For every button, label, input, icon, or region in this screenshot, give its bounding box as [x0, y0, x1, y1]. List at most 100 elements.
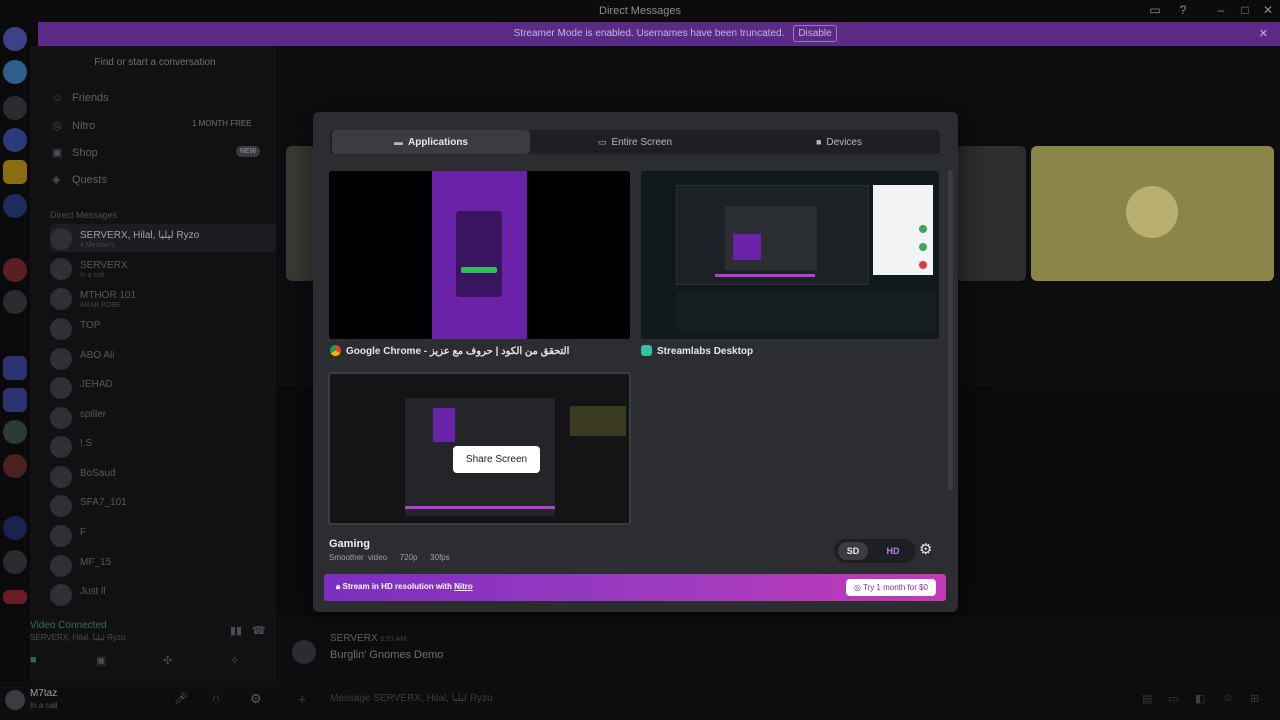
try-label: Try 1 month for $0 — [862, 583, 928, 592]
server-icon[interactable] — [3, 60, 27, 84]
quality-desc: Smoother video — [329, 553, 388, 562]
dm-row[interactable]: SERVERX, Hilal, ليليا Ryzo 4 Members — [50, 224, 276, 252]
sticker-icon[interactable]: ◧ — [1195, 692, 1205, 705]
server-icon[interactable] — [3, 194, 27, 218]
disable-streamer-button[interactable]: Disable — [793, 25, 837, 42]
gift-icon[interactable]: ▤ — [1142, 692, 1152, 705]
dm-row[interactable]: Just ll — [50, 580, 276, 608]
maximize-button[interactable]: □ — [1237, 3, 1253, 17]
dm-row[interactable]: F — [50, 521, 276, 549]
tab-devices[interactable]: ■ Devices — [740, 130, 938, 154]
close-button[interactable]: ✕ — [1260, 3, 1276, 17]
apps-icon[interactable]: ⊞ — [1250, 692, 1259, 705]
dm-row[interactable]: ABO Ali — [50, 344, 276, 372]
server-icon[interactable] — [3, 160, 27, 184]
dm-row[interactable]: SFA7_101 — [50, 491, 276, 519]
scrollbar[interactable] — [948, 170, 953, 490]
message-input[interactable]: Message SERVERX, Hilal, ليليا Ryzo — [330, 693, 493, 704]
avatar — [50, 466, 72, 488]
avatar — [50, 288, 72, 310]
avatar — [50, 555, 72, 577]
tab-applications[interactable]: ▬ Applications — [332, 130, 530, 154]
avatar[interactable] — [5, 690, 25, 710]
camera-icon: ■ — [815, 137, 822, 147]
preview-bar — [405, 506, 555, 509]
find-conversation-input[interactable]: Find or start a conversation — [44, 54, 266, 72]
dm-row[interactable]: JEHAD — [50, 373, 276, 401]
dm-row[interactable]: spiller — [50, 403, 276, 431]
screen-share-icon[interactable]: ▣ — [96, 654, 106, 667]
source-thumbnail-streamlabs[interactable] — [641, 171, 939, 339]
emoji-icon[interactable]: ☺ — [1222, 692, 1233, 704]
server-icon[interactable] — [3, 128, 27, 152]
new-server-badge[interactable] — [3, 590, 27, 604]
server-icon[interactable] — [3, 550, 27, 574]
dm-row[interactable]: !.S — [50, 432, 276, 460]
preview-panel — [676, 185, 869, 285]
settings-icon[interactable]: ⚙ — [250, 691, 262, 707]
close-icon[interactable]: ✕ — [1259, 27, 1268, 40]
dm-row[interactable]: BoSaud — [50, 462, 276, 490]
server-icon[interactable] — [3, 258, 27, 282]
nav-nitro[interactable]: ◎ Nitro — [52, 119, 95, 132]
nav-quests[interactable]: ◈ Quests — [52, 173, 107, 186]
title-bar: Direct Messages ▭ ? – □ ✕ — [0, 0, 1280, 22]
plus-icon[interactable]: + — [298, 691, 306, 707]
camera-icon[interactable]: ■ — [30, 654, 37, 666]
video-tile[interactable] — [956, 146, 1026, 281]
user-panel: M7taz In a call 🎤︎ ∩ ⚙ — [0, 682, 276, 720]
server-icon[interactable] — [3, 356, 27, 380]
gear-icon[interactable]: ⚙ — [919, 540, 932, 558]
browser-preview — [432, 171, 527, 339]
gif-icon[interactable]: ▭ — [1168, 692, 1178, 705]
author-name: SERVERX — [330, 633, 378, 644]
server-icon[interactable] — [3, 388, 27, 412]
avatar — [1126, 186, 1178, 238]
minimize-button[interactable]: – — [1213, 3, 1229, 17]
nitro-link[interactable]: Nitro — [454, 582, 473, 591]
quality-preset: Gaming — [329, 538, 370, 550]
server-icon[interactable] — [3, 454, 27, 478]
nav-shop[interactable]: ▣ Shop — [52, 146, 98, 159]
nav-label: Nitro — [72, 120, 96, 132]
try-nitro-button[interactable]: ◎ Try 1 month for $0 — [845, 579, 936, 596]
user-status: In a call — [30, 701, 58, 710]
server-icon[interactable] — [3, 96, 27, 120]
dm-row[interactable]: MTHOR 101 ARAB POBE — [50, 284, 276, 312]
nav-friends[interactable]: ☺ Friends — [52, 92, 109, 104]
message-time: 6:51 AM — [380, 636, 407, 643]
server-icon[interactable] — [3, 420, 27, 444]
dm-name: SERVERX — [80, 260, 128, 271]
status-dot — [919, 261, 927, 269]
avatar — [292, 640, 316, 664]
message-author: SERVERX 6:51 AM — [330, 633, 406, 644]
hd-option[interactable]: HD — [878, 542, 908, 560]
source-thumbnail-hovered[interactable]: Share Screen — [328, 372, 631, 525]
microphone-icon[interactable]: 🎤︎ — [174, 692, 188, 705]
soundboard-icon[interactable]: ✧ — [230, 654, 239, 667]
discord-home-icon[interactable] — [3, 27, 27, 51]
preview-tile — [570, 406, 626, 436]
video-tile[interactable] — [1031, 146, 1274, 281]
server-icon[interactable] — [3, 516, 27, 540]
server-icon[interactable] — [3, 290, 27, 314]
dm-row[interactable]: MF_15 — [50, 551, 276, 579]
monitor-icon: ▭ — [597, 137, 607, 147]
source-thumbnail-chrome[interactable] — [329, 171, 630, 339]
preview-purple — [733, 234, 761, 260]
voice-status: Video Connected — [30, 620, 107, 631]
dm-row[interactable]: TOP — [50, 314, 276, 342]
help-icon[interactable]: ? — [1175, 3, 1191, 17]
inbox-icon[interactable]: ▭ — [1147, 3, 1163, 17]
tab-label: Applications — [407, 137, 468, 148]
activity-icon[interactable]: ✣ — [163, 654, 172, 667]
avatar — [50, 318, 72, 340]
headphones-icon[interactable]: ∩ — [212, 692, 220, 704]
tab-entire-screen[interactable]: ▭ Entire Screen — [536, 130, 734, 154]
sd-option[interactable]: SD — [838, 542, 868, 560]
server-list — [0, 22, 30, 720]
video-tile[interactable] — [286, 146, 316, 281]
dm-row[interactable]: SERVERX In a call — [50, 254, 276, 282]
disconnect-icon[interactable]: ☎ — [252, 624, 266, 637]
share-screen-button[interactable]: Share Screen — [453, 446, 540, 473]
